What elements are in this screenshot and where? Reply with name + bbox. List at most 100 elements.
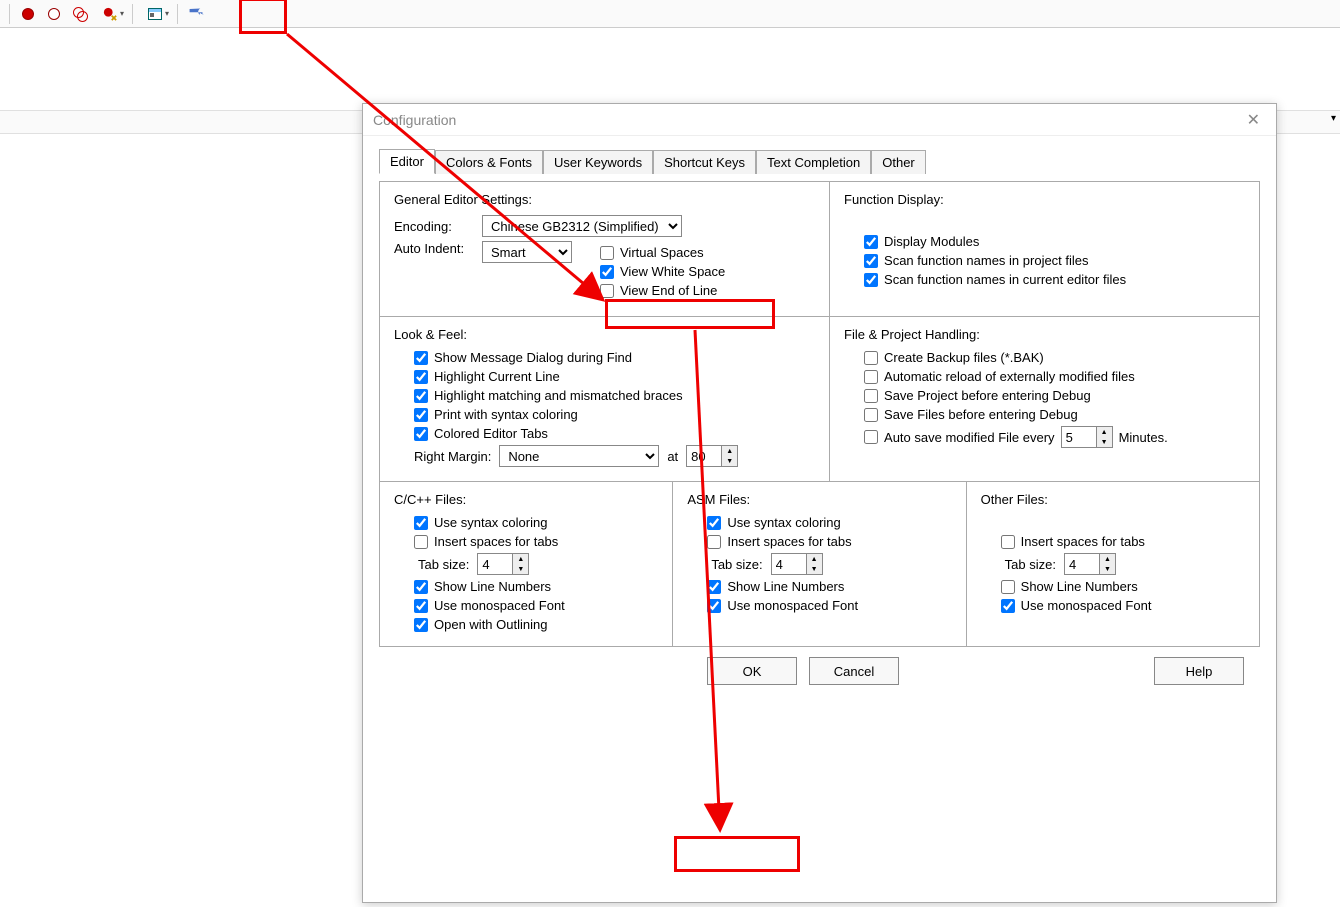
tab-shortcut-keys[interactable]: Shortcut Keys: [653, 150, 756, 174]
c-syntax-check[interactable]: [414, 516, 428, 530]
o-tab-spin[interactable]: ▲▼: [1064, 553, 1116, 575]
msgdialog-check[interactable]: [414, 351, 428, 365]
c-tab-label: Tab size:: [418, 557, 469, 572]
savefiles-label: Save Files before entering Debug: [884, 407, 1078, 422]
scan-project-check[interactable]: [864, 254, 878, 268]
view-whitespace-check[interactable]: [600, 265, 614, 279]
asm-tab-spin[interactable]: ▲▼: [771, 553, 823, 575]
autosave-label-pre: Auto save modified File every: [884, 430, 1055, 445]
asm-spaces-label: Insert spaces for tabs: [727, 534, 851, 549]
dialog-title: Configuration: [373, 112, 456, 128]
view-eol-label: View End of Line: [620, 283, 717, 298]
hlline-label: Highlight Current Line: [434, 369, 560, 384]
lookfeel-header: Look & Feel:: [394, 327, 815, 342]
breakpoint-red-icon[interactable]: [17, 3, 39, 25]
filehandling-header: File & Project Handling:: [844, 327, 1245, 342]
window-list-icon[interactable]: [140, 3, 170, 25]
general-header: General Editor Settings:: [394, 192, 815, 207]
auto-indent-select[interactable]: Smart: [482, 241, 572, 263]
dialog-titlebar: Configuration ✕: [363, 104, 1276, 136]
close-icon[interactable]: ✕: [1241, 110, 1266, 130]
cfiles-header: C/C++ Files:: [394, 492, 658, 507]
c-outline-check[interactable]: [414, 618, 428, 632]
autosave-label-post: Minutes.: [1119, 430, 1168, 445]
o-linenums-check[interactable]: [1001, 580, 1015, 594]
breakpoint-disable-icon[interactable]: [95, 3, 125, 25]
editor-tab-panel: General Editor Settings: Encoding: Chine…: [379, 181, 1260, 647]
scan-project-label: Scan function names in project files: [884, 253, 1089, 268]
breakpoint-pair-icon[interactable]: [69, 3, 91, 25]
c-syntax-label: Use syntax coloring: [434, 515, 547, 530]
hlbraces-label: Highlight matching and mismatched braces: [434, 388, 683, 403]
asm-spaces-check[interactable]: [707, 535, 721, 549]
asmfiles-header: ASM Files:: [687, 492, 951, 507]
asm-linenums-check[interactable]: [707, 580, 721, 594]
virtual-spaces-check[interactable]: [600, 246, 614, 260]
separator: [9, 4, 10, 24]
c-spaces-check[interactable]: [414, 535, 428, 549]
cancel-button[interactable]: Cancel: [809, 657, 899, 685]
encoding-label: Encoding:: [394, 219, 474, 234]
o-spaces-check[interactable]: [1001, 535, 1015, 549]
o-linenums-label: Show Line Numbers: [1021, 579, 1138, 594]
help-button[interactable]: Help: [1154, 657, 1244, 685]
o-mono-check[interactable]: [1001, 599, 1015, 613]
asm-mono-check[interactable]: [707, 599, 721, 613]
rightmargin-at-spin[interactable]: ▲▼: [686, 445, 738, 467]
autoreload-label: Automatic reload of externally modified …: [884, 369, 1135, 384]
o-tab-value[interactable]: [1065, 554, 1099, 574]
view-eol-check[interactable]: [600, 284, 614, 298]
tab-user-keywords[interactable]: User Keywords: [543, 150, 653, 174]
tab-other[interactable]: Other: [871, 150, 926, 174]
o-tab-label: Tab size:: [1005, 557, 1056, 572]
backup-check[interactable]: [864, 351, 878, 365]
c-tab-value[interactable]: [478, 554, 512, 574]
asm-syntax-check[interactable]: [707, 516, 721, 530]
c-tab-spin[interactable]: ▲▼: [477, 553, 529, 575]
encoding-select[interactable]: Chinese GB2312 (Simplified): [482, 215, 682, 237]
dialog-button-row: OK Cancel Help: [379, 647, 1260, 695]
scan-editor-label: Scan function names in current editor fi…: [884, 272, 1126, 287]
otherfiles-header: Other Files:: [981, 492, 1245, 507]
hlline-check[interactable]: [414, 370, 428, 384]
separator: [177, 4, 178, 24]
rightmargin-select[interactable]: None: [499, 445, 659, 467]
tab-strip: Editor Colors & Fonts User Keywords Shor…: [379, 148, 1260, 173]
o-spaces-label: Insert spaces for tabs: [1021, 534, 1145, 549]
o-mono-label: Use monospaced Font: [1021, 598, 1152, 613]
asm-syntax-label: Use syntax coloring: [727, 515, 840, 530]
hlbraces-check[interactable]: [414, 389, 428, 403]
configuration-dialog: Configuration ✕ Editor Colors & Fonts Us…: [362, 103, 1277, 903]
asm-tab-value[interactable]: [772, 554, 806, 574]
configuration-wrench-icon[interactable]: [185, 3, 207, 25]
asm-mono-label: Use monospaced Font: [727, 598, 858, 613]
autoreload-check[interactable]: [864, 370, 878, 384]
autosave-check[interactable]: [864, 430, 878, 444]
func-display-header: Function Display:: [844, 192, 1245, 207]
colortabs-check[interactable]: [414, 427, 428, 441]
saveproj-label: Save Project before entering Debug: [884, 388, 1091, 403]
view-whitespace-label: View White Space: [620, 264, 725, 279]
savefiles-check[interactable]: [864, 408, 878, 422]
c-outline-label: Open with Outlining: [434, 617, 547, 632]
ok-button[interactable]: OK: [707, 657, 797, 685]
c-linenums-check[interactable]: [414, 580, 428, 594]
breakpoint-outline-icon[interactable]: [43, 3, 65, 25]
tab-text-completion[interactable]: Text Completion: [756, 150, 871, 174]
backup-label: Create Backup files (*.BAK): [884, 350, 1044, 365]
scan-editor-check[interactable]: [864, 273, 878, 287]
colortabs-label: Colored Editor Tabs: [434, 426, 548, 441]
printcolor-label: Print with syntax coloring: [434, 407, 578, 422]
tab-editor[interactable]: Editor: [379, 149, 435, 174]
autosave-spin[interactable]: ▲▼: [1061, 426, 1113, 448]
tab-colors-fonts[interactable]: Colors & Fonts: [435, 150, 543, 174]
asm-linenums-label: Show Line Numbers: [727, 579, 844, 594]
saveproj-check[interactable]: [864, 389, 878, 403]
autosave-value[interactable]: [1062, 427, 1096, 447]
at-value[interactable]: [687, 446, 721, 466]
c-mono-check[interactable]: [414, 599, 428, 613]
printcolor-check[interactable]: [414, 408, 428, 422]
msgdialog-label: Show Message Dialog during Find: [434, 350, 632, 365]
at-label: at: [667, 449, 678, 464]
display-modules-check[interactable]: [864, 235, 878, 249]
